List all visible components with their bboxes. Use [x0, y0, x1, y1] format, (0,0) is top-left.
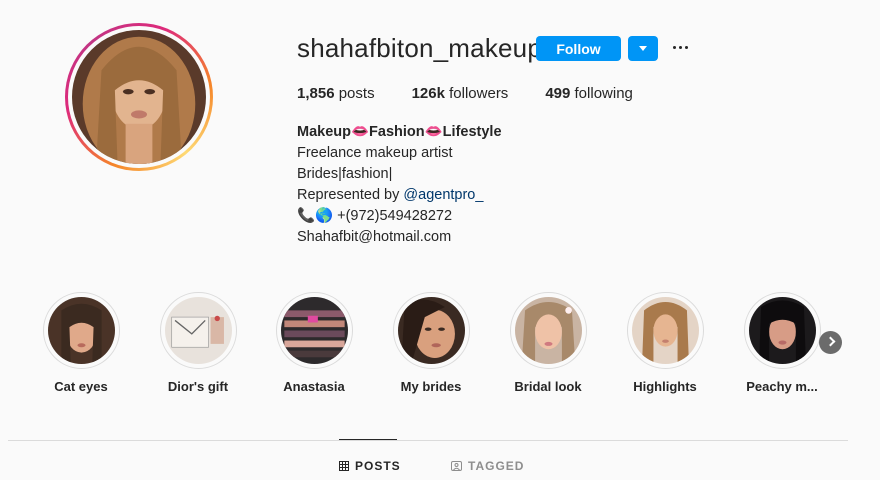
followers-link[interactable]: 126k followers — [412, 85, 509, 102]
bio-phone: 📞🌎 +(972)549428272 — [297, 208, 453, 224]
highlight-cover — [514, 297, 582, 364]
posts-count-label: posts — [338, 85, 375, 102]
posts-count: 1,856 posts — [297, 85, 375, 102]
highlight-label: Highlights — [633, 379, 697, 394]
highlight-cover — [631, 297, 699, 364]
bio-represented-label: Represented by — [297, 187, 404, 203]
highlight-cover — [47, 297, 115, 364]
more-dots-icon — [673, 46, 676, 49]
highlight-label: Bridal look — [514, 379, 582, 394]
highlight-label: Anastasia — [283, 379, 345, 394]
bio-line: Brides|fashion| — [297, 166, 393, 182]
highlight-item[interactable]: Dior's gift — [153, 292, 243, 394]
more-dots-icon — [679, 46, 682, 49]
highlight-label: Cat eyes — [54, 379, 108, 394]
tab-tagged[interactable]: TAGGED — [451, 459, 524, 473]
avatar-gap — [68, 26, 210, 168]
caret-down-icon — [639, 46, 647, 51]
profile-bio: Makeup👄Fashion👄Lifestyle Freelance makeu… — [297, 122, 502, 248]
profile-username: shahafbiton_makeup — [297, 33, 543, 63]
highlight-cover — [748, 297, 816, 364]
highlight-cover — [164, 297, 232, 364]
highlight-ring — [42, 292, 120, 369]
bio-name: Makeup👄Fashion👄Lifestyle — [297, 124, 502, 140]
profile-stats: 1,856 posts 126k followers 499 following — [297, 85, 670, 102]
highlight-label: Peachy m... — [746, 379, 818, 394]
highlight-item[interactable]: Cat eyes — [36, 292, 126, 394]
profile-avatar-ring[interactable] — [65, 23, 213, 171]
highlight-item[interactable]: My brides — [386, 292, 476, 394]
highlight-item[interactable]: Peachy m... — [737, 292, 827, 394]
highlight-ring — [392, 292, 470, 369]
agent-mention-link[interactable]: @agentpro_ — [403, 187, 483, 203]
more-dots-icon — [685, 46, 688, 49]
highlight-cover — [280, 297, 348, 364]
suggested-dropdown-button[interactable] — [628, 36, 658, 61]
tagged-person-icon — [451, 461, 462, 471]
posts-count-value: 1,856 — [297, 85, 335, 102]
avatar-photo — [72, 30, 206, 164]
highlight-item[interactable]: Bridal look — [503, 292, 593, 394]
following-count-value: 499 — [545, 85, 571, 102]
highlights-next-button[interactable] — [819, 331, 842, 354]
following-link[interactable]: 499 following — [545, 85, 633, 102]
highlight-item[interactable]: Anastasia — [269, 292, 359, 394]
following-count-label: following — [574, 85, 633, 102]
highlight-ring — [743, 292, 821, 369]
tabs-divider — [8, 440, 848, 441]
more-options-button[interactable] — [670, 38, 692, 58]
follow-button[interactable]: Follow — [536, 36, 621, 61]
highlight-cover — [397, 297, 465, 364]
grid-icon — [339, 461, 349, 471]
bio-email: Shahafbit@hotmail.com — [297, 229, 452, 245]
highlight-ring — [159, 292, 237, 369]
bio-line: Represented by @agentpro_ — [297, 185, 502, 206]
tab-posts-label: POSTS — [355, 459, 401, 473]
tab-tagged-label: TAGGED — [468, 459, 525, 473]
highlight-label: Dior's gift — [167, 379, 229, 394]
active-tab-indicator — [339, 439, 397, 440]
avatar[interactable] — [72, 30, 206, 164]
bio-line: Freelance makeup artist — [297, 145, 453, 161]
highlight-ring — [626, 292, 704, 369]
tab-posts[interactable]: POSTS — [339, 459, 401, 473]
highlight-label: My brides — [400, 379, 462, 394]
highlight-ring — [509, 292, 587, 369]
highlight-ring — [275, 292, 353, 369]
highlight-item[interactable]: Highlights — [620, 292, 710, 394]
followers-count-value: 126k — [411, 85, 445, 102]
followers-count-label: followers — [449, 85, 509, 102]
chevron-right-icon — [825, 336, 836, 347]
